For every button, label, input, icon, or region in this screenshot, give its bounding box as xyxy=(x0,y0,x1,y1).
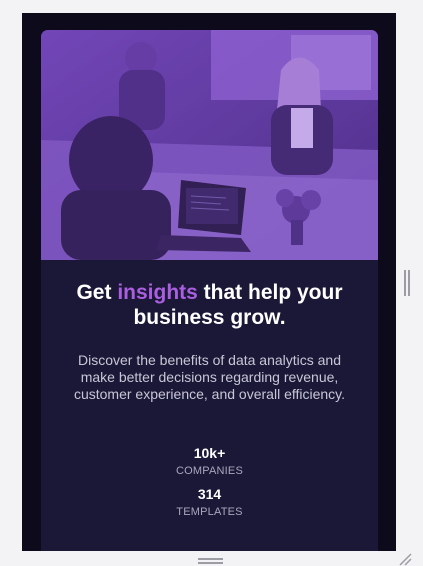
preview-viewport: Get insights that help your business gro… xyxy=(22,13,396,551)
stats-preview-card: Get insights that help your business gro… xyxy=(41,30,378,551)
headline: Get insights that help your business gro… xyxy=(41,280,378,330)
resize-handle-right[interactable] xyxy=(404,270,410,296)
stat-templates: 314 TEMPLATES xyxy=(41,486,378,519)
stat-label: TEMPLATES xyxy=(176,506,243,518)
resize-handle-bottom[interactable] xyxy=(198,558,223,564)
stat-label: COMPANIES xyxy=(176,465,243,477)
resize-corner-icon[interactable] xyxy=(398,552,412,566)
hero-image xyxy=(41,30,378,260)
stat-companies: 10k+ COMPANIES xyxy=(41,445,378,478)
hero-photo-illustration xyxy=(41,30,378,260)
stat-value: 10k+ xyxy=(193,445,226,461)
description: Discover the benefits of data analytics … xyxy=(73,352,346,402)
stat-value: 314 xyxy=(197,486,222,502)
headline-prefix: Get xyxy=(76,281,118,304)
headline-accent-word: insights xyxy=(117,281,198,304)
stats-list: 10k+ COMPANIES 314 TEMPLATES xyxy=(41,445,378,519)
